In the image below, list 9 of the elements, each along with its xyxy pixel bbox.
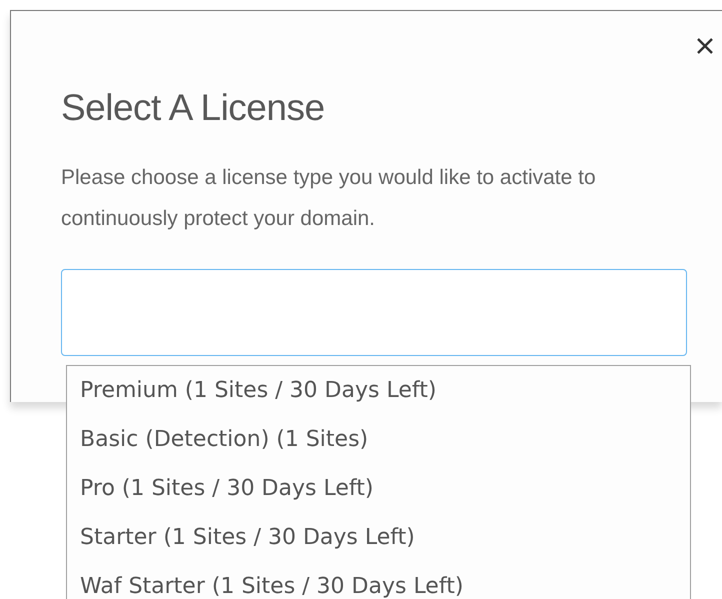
dropdown-option[interactable]: Premium (1 Sites / 30 Days Left) <box>67 378 450 404</box>
dialog-description: Please choose a license type you would like to activate to continuously protect your domain. <box>61 165 597 232</box>
dialog-title: Select A License <box>61 86 325 130</box>
dropdown-option[interactable]: Pro (1 Sites / 30 Days Left) <box>67 476 386 502</box>
license-input-field[interactable] <box>61 269 687 356</box>
dropdown-option[interactable]: Waf Starter (1 Sites / 30 Days Left) <box>67 574 476 599</box>
close-icon[interactable] <box>696 37 714 55</box>
dropdown-option[interactable]: Starter (1 Sites / 30 Days Left) <box>67 525 428 551</box>
dropdown-option[interactable]: Basic (Detection) (1 Sites) <box>67 427 382 453</box>
